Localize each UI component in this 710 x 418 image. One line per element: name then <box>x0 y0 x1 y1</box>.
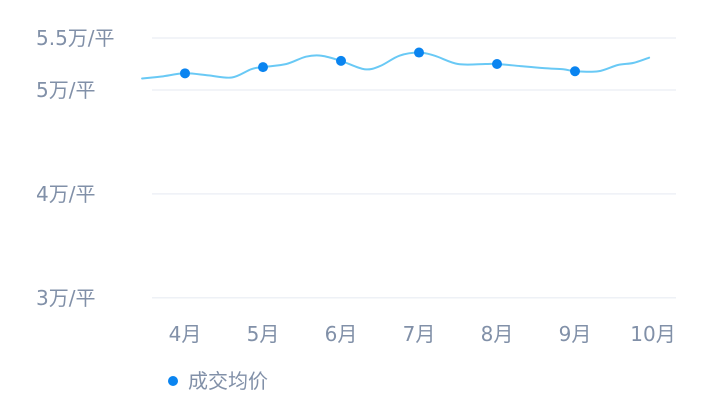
x-tick-label: 4月 <box>169 322 202 346</box>
data-point[interactable] <box>336 55 346 66</box>
x-tick-label: 10月 <box>630 322 675 346</box>
data-point[interactable] <box>492 58 502 69</box>
data-point[interactable] <box>180 68 190 79</box>
legend-marker-icon <box>168 376 178 386</box>
data-point[interactable] <box>258 62 268 73</box>
x-tick-label: 6月 <box>325 322 358 346</box>
series-layer <box>141 47 651 80</box>
y-tick-label: 5万/平 <box>36 78 95 102</box>
legend[interactable]: 成交均价 <box>168 369 268 393</box>
y-tick-label: 5.5万/平 <box>36 26 115 50</box>
x-tick-label: 5月 <box>247 322 280 346</box>
price-trend-chart: 3万/平 4万/平 5万/平 5.5万/平 4月 5月 6月 7月 8月 9月 10月 成交均价 <box>36 26 676 393</box>
data-point[interactable] <box>414 47 424 58</box>
x-tick-label: 9月 <box>559 322 592 346</box>
y-axis-ticks: 3万/平 4万/平 5万/平 5.5万/平 <box>36 26 115 310</box>
y-tick-label: 3万/平 <box>36 286 95 310</box>
x-axis-ticks: 4月 5月 6月 7月 8月 9月 10月 <box>169 322 676 346</box>
legend-label: 成交均价 <box>188 369 268 393</box>
x-tick-label: 7月 <box>403 322 436 346</box>
x-tick-label: 8月 <box>481 322 514 346</box>
y-tick-label: 4万/平 <box>36 182 95 206</box>
data-point[interactable] <box>570 66 580 77</box>
